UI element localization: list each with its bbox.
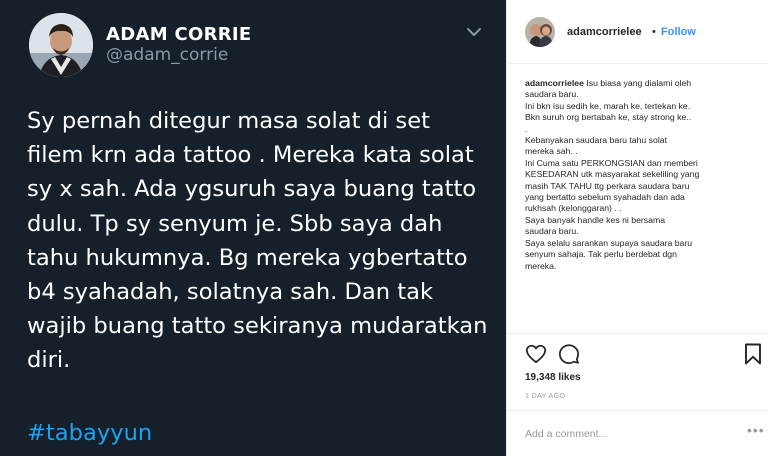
follow-button[interactable]: Follow [661, 26, 696, 38]
separator-dot: • [652, 26, 656, 38]
instagram-post-sidebar: adamcorrielee • Follow adamcorrielee Isu… [506, 0, 768, 456]
add-comment-bar: ••• [507, 410, 768, 456]
caption-text: Isu biasa yang dialami oleh saudara baru… [525, 78, 700, 271]
chevron-down-icon [467, 28, 481, 36]
likes-count[interactable]: 19,348 likes [525, 372, 581, 383]
comment-input[interactable] [525, 426, 725, 442]
tweet-avatar [29, 13, 93, 77]
post-header: adamcorrielee • Follow [507, 0, 768, 64]
tweet-handle: @adam_corrie [106, 45, 229, 65]
bookmark-icon[interactable] [744, 343, 762, 365]
caption-username[interactable]: adamcorrielee [525, 78, 584, 88]
more-options-icon[interactable]: ••• [747, 422, 765, 438]
tweet-hashtag: #tabayyun [27, 420, 153, 446]
post-caption: adamcorrielee Isu biasa yang dialami ole… [525, 78, 763, 272]
post-timestamp[interactable]: 1 DAY AGO [525, 393, 565, 400]
post-author-username[interactable]: adamcorrielee [567, 26, 642, 38]
tweet-display-name: ADAM CORRIE [106, 24, 252, 45]
divider [507, 333, 768, 334]
heart-icon[interactable] [525, 343, 547, 365]
post-image-tweet-screenshot: ADAM CORRIE @adam_corrie Sy pernah diteg… [0, 0, 506, 456]
avatar[interactable] [525, 17, 555, 47]
comment-icon[interactable] [558, 343, 580, 365]
tweet-text: Sy pernah ditegur masa solat di set file… [27, 108, 488, 374]
